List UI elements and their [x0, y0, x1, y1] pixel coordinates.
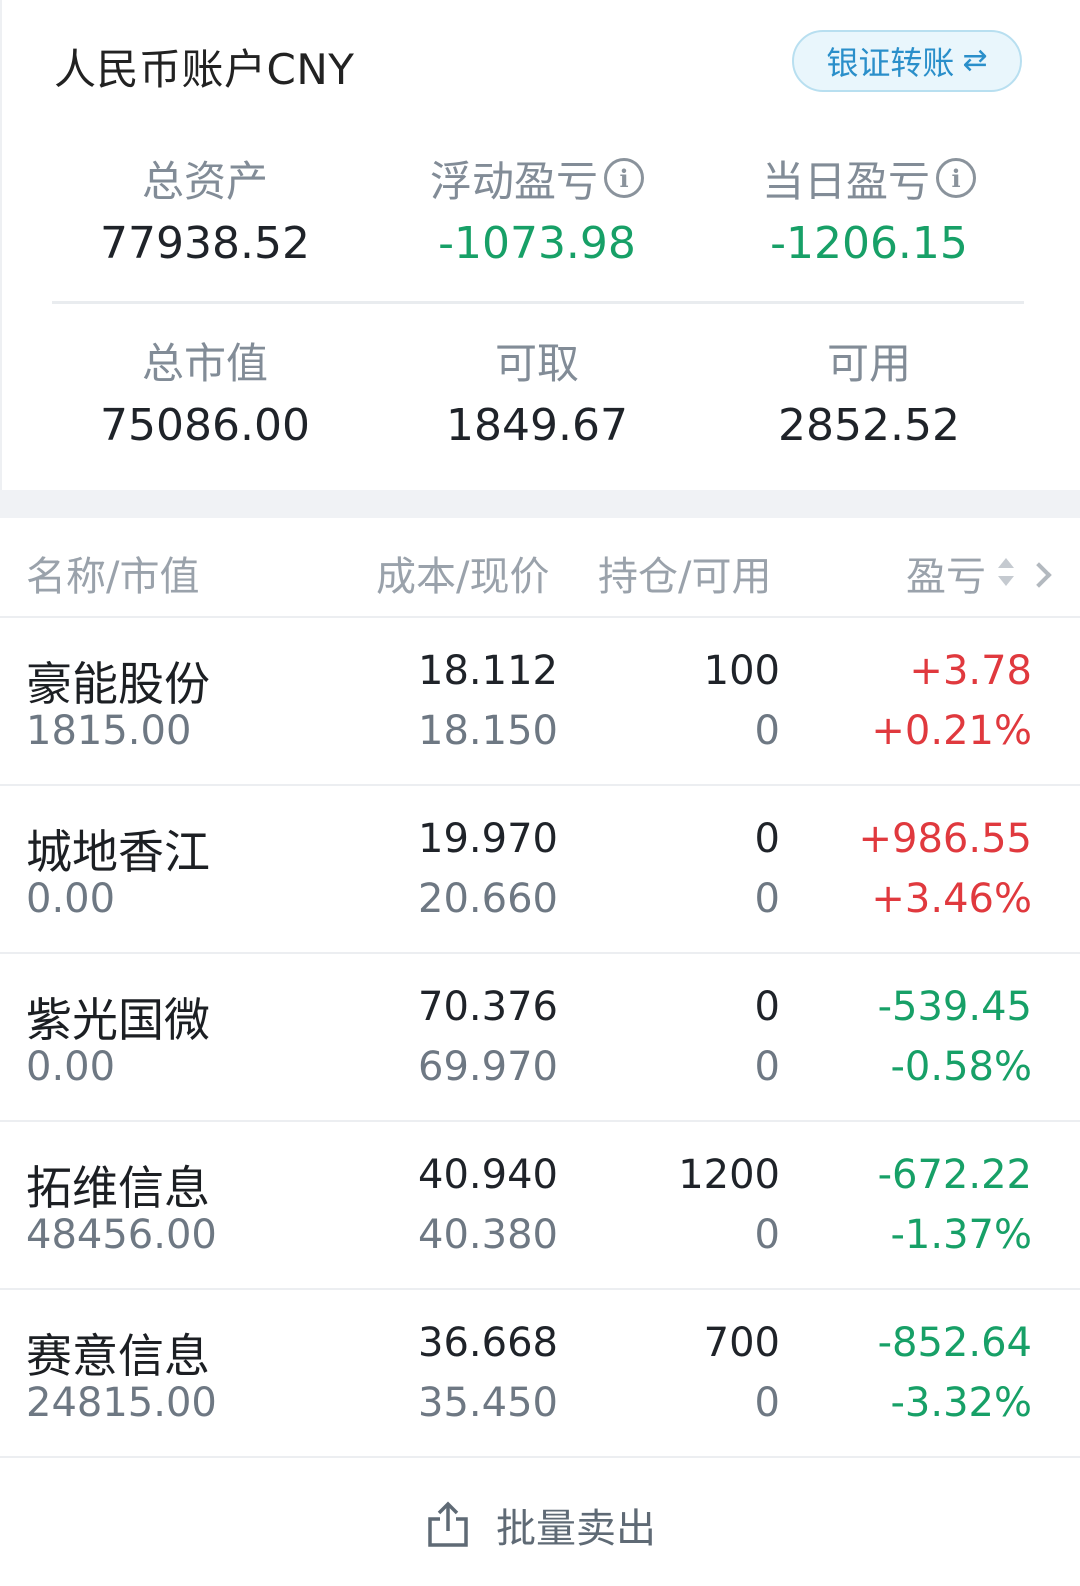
header-hold: 持仓/可用 [598, 554, 772, 600]
profit-loss: -539.45 [877, 984, 1032, 1030]
batch-sell-label: 批量卖出 [496, 1506, 656, 1552]
available-quantity: 0 [754, 1044, 780, 1090]
holding-quantity: 0 [754, 816, 780, 862]
available-quantity: 0 [754, 708, 780, 754]
profit-loss: -852.64 [877, 1320, 1032, 1366]
market-value: 0.00 [26, 876, 116, 922]
stats-divider [52, 301, 1024, 304]
market-value: 24815.00 [26, 1380, 217, 1426]
header-name: 名称/市值 [26, 554, 200, 600]
chevron-right-icon[interactable] [1026, 562, 1052, 588]
current-price: 20.660 [418, 876, 558, 922]
table-row[interactable]: 拓维信息 48456.00 40.940 40.380 1200 0 -672.22 -1.3… [0, 1122, 1080, 1290]
withdrawable-stat: 可取 1849.67 [372, 332, 702, 452]
available-stat: 可用 2852.52 [704, 332, 1034, 452]
daily-pl-stat: 当日盈亏 i -1206.15 [704, 150, 1034, 269]
swap-arrows-icon: ⇄ [962, 43, 988, 78]
total-market-value-stat: 总市值 75086.00 [40, 332, 370, 452]
profit-loss-percent: -3.32% [890, 1380, 1032, 1426]
sort-icon[interactable] [996, 554, 1016, 590]
market-value: 0.00 [26, 1044, 116, 1090]
current-price: 69.970 [418, 1044, 558, 1090]
market-value: 1815.00 [26, 708, 192, 754]
available-label: 可用 [826, 338, 911, 388]
profit-loss-percent: -0.58% [890, 1044, 1032, 1090]
available-quantity: 0 [754, 1380, 780, 1426]
holding-quantity: 1200 [678, 1152, 780, 1198]
available-quantity: 0 [754, 876, 780, 922]
table-row[interactable]: 紫光国微 0.00 70.376 69.970 0 0 -539.45 -0.58% [0, 954, 1080, 1122]
cost-price: 70.376 [418, 984, 558, 1030]
account-title: 人民币账户CNY [54, 45, 355, 94]
stock-name: 紫光国微 [26, 993, 210, 1047]
stock-name: 豪能股份 [26, 657, 210, 711]
available-value: 2852.52 [778, 400, 960, 451]
info-icon[interactable]: i [936, 158, 976, 198]
table-row[interactable]: 赛意信息 24815.00 36.668 35.450 700 0 -852.64 -3.32… [0, 1290, 1080, 1458]
positions-table-header: 名称/市值 成本/现价 持仓/可用 盈亏 [0, 518, 1080, 618]
profit-loss: -672.22 [877, 1152, 1032, 1198]
batch-sell-button[interactable]: 批量卖出 [0, 1480, 1080, 1570]
current-price: 40.380 [418, 1212, 558, 1258]
cost-price: 18.112 [418, 648, 558, 694]
stock-name: 赛意信息 [26, 1329, 210, 1383]
daily-pl-label: 当日盈亏 [761, 156, 930, 206]
daily-pl-value: -1206.15 [770, 218, 968, 269]
total-assets-label: 总资产 [141, 156, 268, 206]
holding-quantity: 700 [703, 1320, 780, 1366]
bank-transfer-label: 银证转账 [826, 44, 955, 82]
profit-loss-percent: -1.37% [890, 1212, 1032, 1258]
total-market-value-value: 75086.00 [100, 400, 310, 451]
holding-quantity: 100 [703, 648, 780, 694]
account-summary-card: 人民币账户CNY 银证转账 ⇄ 总资产 77938.52 浮动盈亏 i -107… [0, 0, 1080, 490]
available-quantity: 0 [754, 1212, 780, 1258]
share-icon [428, 1501, 468, 1547]
stock-name: 城地香江 [26, 825, 210, 879]
market-value: 48456.00 [26, 1212, 217, 1258]
section-separator [0, 490, 1080, 518]
total-assets-stat: 总资产 77938.52 [40, 150, 370, 270]
withdrawable-label: 可取 [494, 338, 579, 388]
info-icon[interactable]: i [604, 158, 644, 198]
header-cost: 成本/现价 [376, 554, 550, 600]
total-assets-value: 77938.52 [100, 218, 310, 269]
positions-list: 豪能股份 1815.00 18.112 18.150 100 0 +3.78 +0.21% 城地… [0, 618, 1080, 1458]
bank-transfer-button[interactable]: 银证转账 ⇄ [792, 30, 1022, 92]
current-price: 35.450 [418, 1380, 558, 1426]
profit-loss-percent: +3.46% [871, 876, 1032, 922]
profit-loss: +3.78 [909, 648, 1032, 694]
cost-price: 36.668 [418, 1320, 558, 1366]
profit-loss: +986.55 [858, 816, 1032, 862]
stock-name: 拓维信息 [26, 1161, 210, 1215]
floating-pl-value: -1073.98 [438, 218, 636, 269]
table-row[interactable]: 豪能股份 1815.00 18.112 18.150 100 0 +3.78 +0.21% [0, 618, 1080, 786]
floating-pl-stat: 浮动盈亏 i -1073.98 [372, 150, 702, 269]
total-market-value-label: 总市值 [141, 338, 268, 388]
holding-quantity: 0 [754, 984, 780, 1030]
cost-price: 19.970 [418, 816, 558, 862]
profit-loss-percent: +0.21% [871, 708, 1032, 754]
cost-price: 40.940 [418, 1152, 558, 1198]
floating-pl-label: 浮动盈亏 [429, 156, 598, 206]
withdrawable-value: 1849.67 [446, 400, 628, 451]
current-price: 18.150 [418, 708, 558, 754]
header-pl-sort[interactable]: 盈亏 [906, 544, 986, 602]
table-row[interactable]: 城地香江 0.00 19.970 20.660 0 0 +986.55 +3.46% [0, 786, 1080, 954]
